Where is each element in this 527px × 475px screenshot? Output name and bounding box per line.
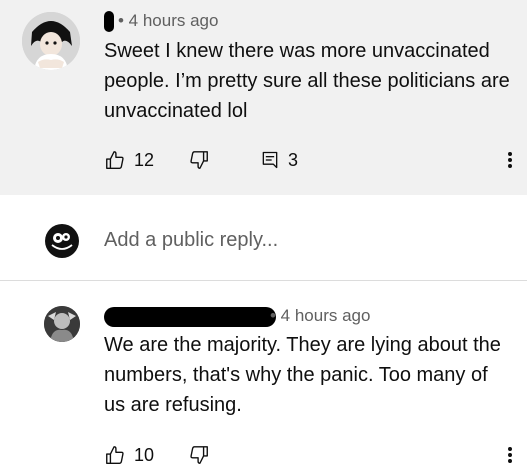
- thumbs-down-icon: [190, 446, 208, 464]
- comment-text: We are the majority. They are lying abou…: [104, 334, 501, 416]
- redacted-username: [104, 307, 276, 327]
- thumbs-down-icon: [190, 151, 208, 169]
- comment-meta: • 4 hours ago: [270, 306, 371, 325]
- like-button[interactable]: 12: [104, 149, 154, 171]
- divider: [0, 280, 527, 281]
- reply-icon: [262, 151, 278, 169]
- avatar: [44, 223, 80, 259]
- like-count: 10: [134, 444, 155, 465]
- more-options-button[interactable]: [498, 441, 522, 469]
- avatar[interactable]: [22, 12, 80, 70]
- comment-actions: 10: [104, 441, 210, 469]
- like-button[interactable]: 10: [104, 444, 154, 466]
- own-avatar-image: [45, 224, 79, 258]
- reply-input[interactable]: Add a public reply...: [104, 223, 504, 257]
- thumbs-up-icon: [106, 446, 124, 464]
- more-vertical-icon: [508, 447, 512, 451]
- comment-meta: • 4 hours ago: [118, 11, 219, 30]
- more-options-button[interactable]: [498, 146, 522, 174]
- reply-count: 3: [288, 149, 299, 170]
- thumbs-up-icon: [106, 151, 124, 169]
- like-count: 12: [134, 149, 155, 170]
- replies-button[interactable]: 3: [260, 150, 298, 171]
- avatar-image: [44, 306, 80, 342]
- comment-text: Sweet I knew there was more unvaccinated…: [104, 40, 510, 122]
- dislike-button[interactable]: [188, 149, 210, 171]
- comment-actions: 12 3: [104, 146, 298, 174]
- avatar-image: [22, 12, 80, 70]
- comments-panel: • 4 hours ago Sweet I knew there was mor…: [0, 0, 527, 475]
- avatar[interactable]: [44, 306, 80, 342]
- more-vertical-icon: [508, 152, 512, 156]
- dislike-button[interactable]: [188, 444, 210, 466]
